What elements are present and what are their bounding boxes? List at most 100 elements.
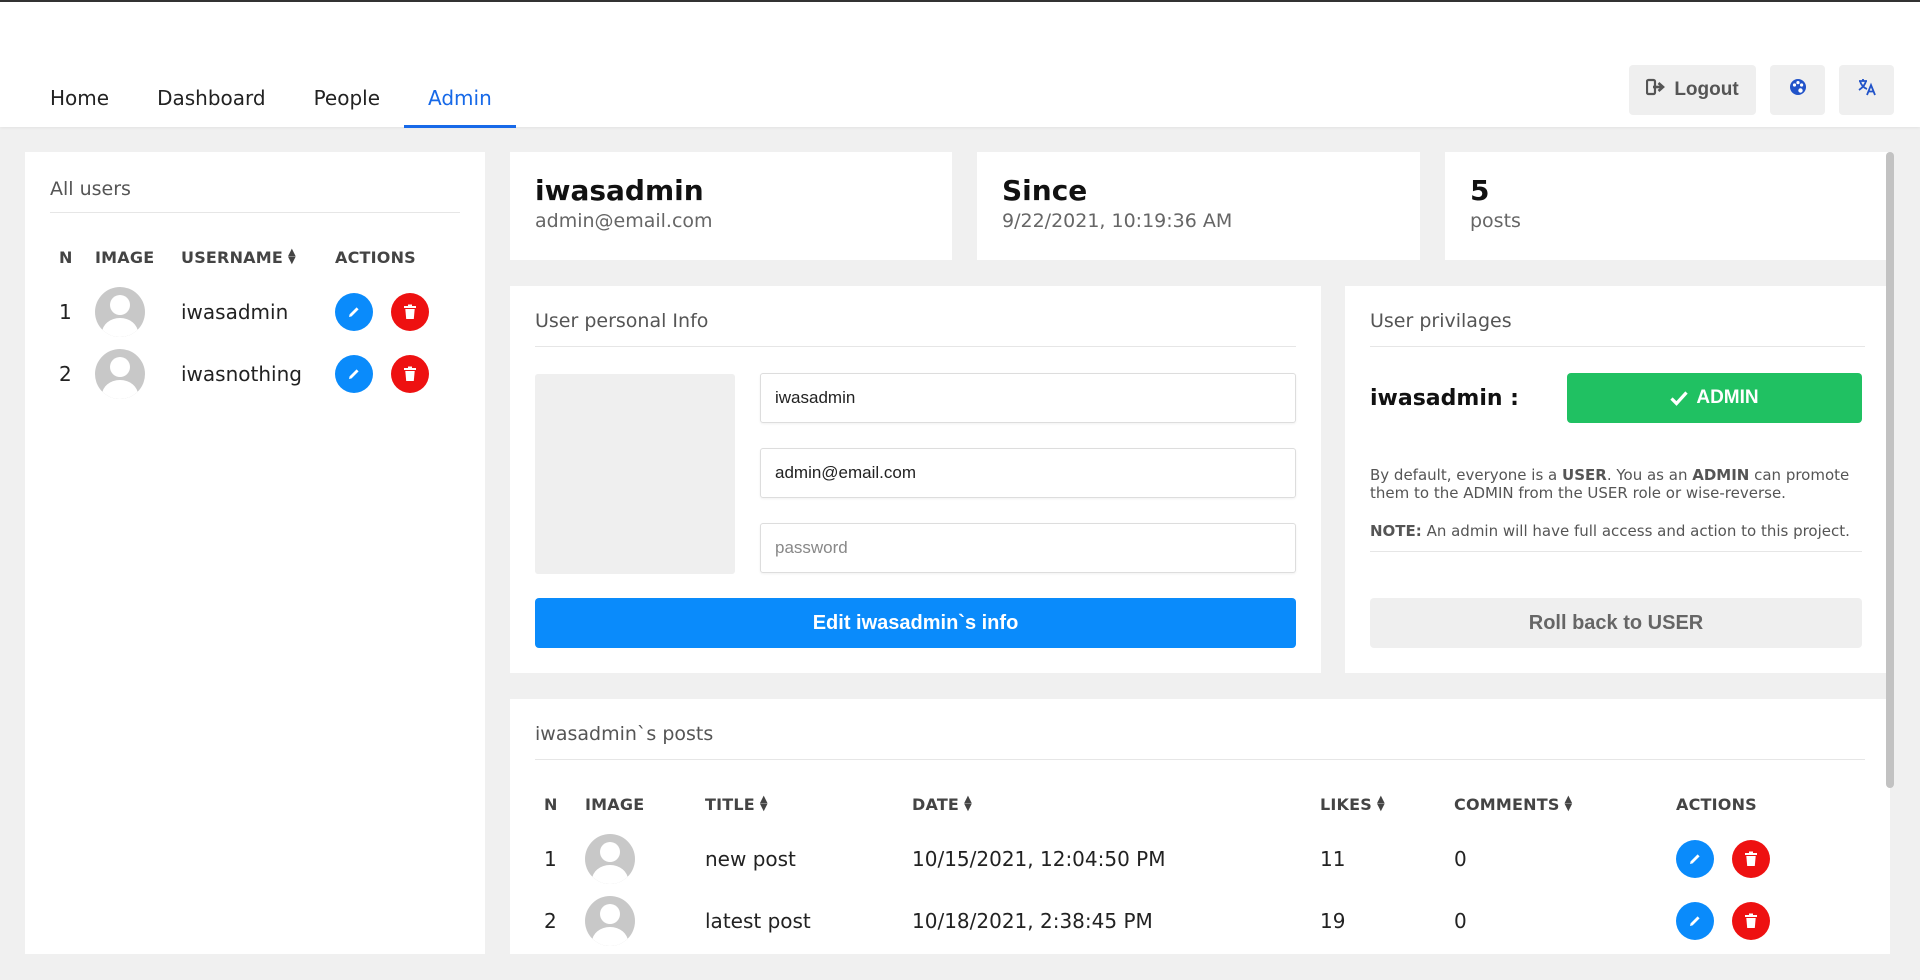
edit-info-button[interactable]: Edit iwasadmin`s info [535,598,1296,648]
theme-button[interactable] [1770,65,1825,115]
personal-info-title: User personal Info [535,310,709,332]
rollback-button[interactable]: Roll back to USER [1370,598,1862,648]
tab-admin[interactable]: Admin [404,80,516,128]
logout-button[interactable]: Logout [1629,65,1756,115]
delete-user-button[interactable] [391,355,429,393]
trash-icon [1745,851,1757,866]
col-likes-label: LIKES [1320,794,1372,814]
stat-username: iwasadmin [535,174,704,207]
row-number: 1 [59,300,72,324]
col-likes[interactable]: LIKES ▲ ▼ [1320,795,1454,814]
username-field[interactable]: iwasadmin [760,373,1296,423]
users-table-header: N IMAGE USERNAME ▲ ▼ ACTIONS [50,245,460,269]
row-comments: 0 [1454,847,1467,871]
row-title: latest post [705,909,811,933]
sort-icon: ▲ ▼ [759,794,768,813]
col-n: N [544,794,558,814]
nav-actions: Logout [1629,65,1894,115]
stat-since-label: Since [1002,174,1088,207]
col-title-label: TITLE [705,794,755,814]
edit-post-button[interactable] [1676,840,1714,878]
stat-posts-count: 5 [1470,174,1490,207]
pencil-icon [1690,916,1700,926]
palette-icon [1789,78,1807,102]
delete-post-button[interactable] [1732,902,1770,940]
row-title: new post [705,847,796,871]
posts-title: iwasadmin`s posts [535,723,714,745]
stat-since-date: 9/22/2021, 10:19:36 AM [1002,210,1233,232]
tab-people[interactable]: People [290,80,404,128]
edit-user-button[interactable] [335,355,373,393]
posts-card: iwasadmin`s posts N IMAGE TITLE ▲ ▼ DATE … [510,699,1890,954]
table-row: 2 latest post 10/18/2021, 2:38:45 PM 19 … [535,890,1865,952]
privilege-description: By default, everyone is a USER. You as a… [1370,466,1850,502]
language-button[interactable] [1839,65,1894,115]
col-title[interactable]: TITLE ▲ ▼ [705,795,912,814]
row-number: 1 [544,847,557,871]
row-number: 2 [59,362,72,386]
privileges-card: User privilages iwasadmin : ADMIN By def… [1345,286,1890,673]
edit-user-button[interactable] [335,293,373,331]
profile-photo-placeholder[interactable] [535,374,735,574]
row-username: iwasadmin [181,300,289,324]
row-date: 10/15/2021, 12:04:50 PM [912,847,1166,871]
delete-post-button[interactable] [1732,840,1770,878]
posts-table-header: N IMAGE TITLE ▲ ▼ DATE ▲ ▼ LIKES ▲ ▼ COMMEN… [535,792,1865,816]
pencil-icon [1690,854,1700,864]
col-actions: ACTIONS [1676,794,1757,814]
col-image: IMAGE [585,794,645,814]
row-comments: 0 [1454,909,1467,933]
avatar [95,349,145,399]
table-row: 2 iwasnothing [50,343,460,405]
password-field[interactable]: password [760,523,1296,573]
divider [535,759,1865,760]
stat-card-posts: 5 posts [1445,152,1890,260]
delete-user-button[interactable] [391,293,429,331]
divider [50,212,460,213]
sort-icon: ▲ ▼ [964,794,972,813]
col-actions: ACTIONS [335,247,416,267]
divider [1370,551,1862,552]
trash-icon [404,304,416,319]
row-likes: 11 [1320,847,1346,871]
personal-info-card: User personal Info iwasadmin admin@email… [510,286,1321,673]
tab-home[interactable]: Home [26,80,133,128]
navbar: Home Dashboard People Admin Logout [0,2,1920,128]
avatar [95,287,145,337]
col-comments[interactable]: COMMENTS ▲ ▼ [1454,795,1676,814]
col-image: IMAGE [95,247,155,267]
pencil-icon [349,307,359,317]
scrollbar[interactable] [1886,152,1894,788]
sign-out-icon [1646,78,1666,102]
row-username: iwasnothing [181,362,302,386]
stat-posts-label: posts [1470,210,1521,232]
translate-icon [1857,78,1877,102]
col-date-label: DATE [912,794,960,814]
all-users-title: All users [50,178,131,200]
trash-icon [1745,913,1757,928]
divider [1370,346,1865,347]
sort-icon: ▲ ▼ [1377,794,1385,813]
privileges-title: User privilages [1370,310,1512,332]
col-n: N [59,247,73,267]
table-row: 1 new post 10/15/2021, 12:04:50 PM 11 0 [535,828,1865,890]
col-comments-label: COMMENTS [1454,794,1560,814]
admin-role-button[interactable]: ADMIN [1567,373,1862,423]
divider [535,346,1296,347]
row-date: 10/18/2021, 2:38:45 PM [912,909,1153,933]
col-username[interactable]: USERNAME ▲ ▼ [181,248,335,267]
sort-icon: ▲ ▼ [1564,794,1573,813]
edit-post-button[interactable] [1676,902,1714,940]
privilege-username: iwasadmin : [1370,386,1519,411]
privilege-note: NOTE: An admin will have full access and… [1370,522,1850,540]
stat-card-user: iwasadmin admin@email.com [510,152,952,260]
email-field[interactable]: admin@email.com [760,448,1296,498]
col-date[interactable]: DATE ▲ ▼ [912,795,1320,814]
stat-card-since: Since 9/22/2021, 10:19:36 AM [977,152,1420,260]
trash-icon [404,366,416,381]
tab-dashboard[interactable]: Dashboard [133,80,290,128]
all-users-card: All users N IMAGE USERNAME ▲ ▼ ACTIONS 1 … [25,152,485,954]
row-likes: 19 [1320,909,1346,933]
admin-role-label: ADMIN [1696,387,1759,408]
stat-email: admin@email.com [535,210,713,232]
